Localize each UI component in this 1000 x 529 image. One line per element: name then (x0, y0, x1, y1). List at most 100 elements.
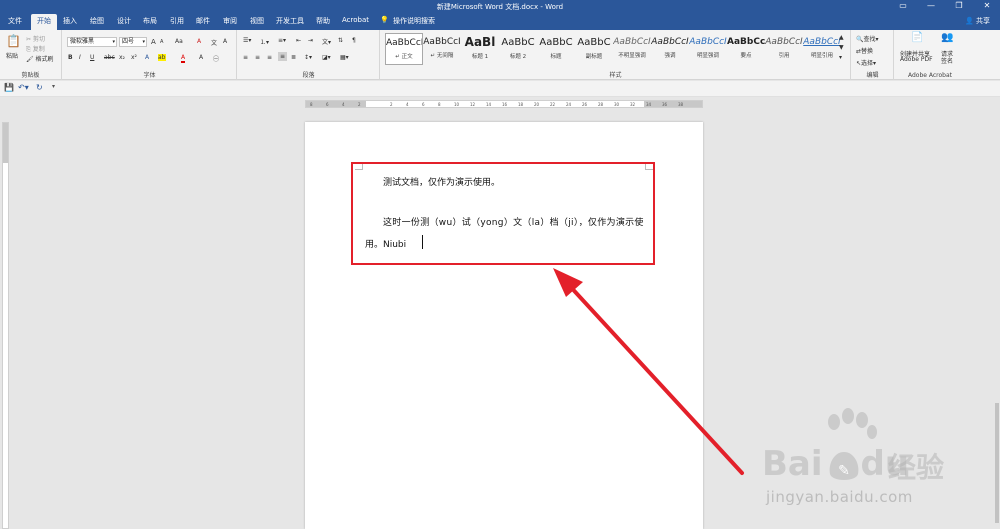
style-subtle-emphasis[interactable]: AaBbCcI 不明显强调 (613, 33, 651, 65)
align-left-icon[interactable]: ≡ (243, 54, 248, 61)
underline-button[interactable]: U (90, 54, 94, 61)
tab-home[interactable]: 开始 (31, 14, 57, 30)
align-right-icon[interactable]: ≡ (267, 54, 272, 61)
sort-icon[interactable]: ⇅ (338, 37, 343, 44)
text-effects-icon[interactable]: A (145, 54, 149, 61)
style-no-spacing[interactable]: AaBbCcI ↵ 无间隔 (423, 33, 461, 65)
create-pdf-label-2[interactable]: Adobe PDF (900, 56, 933, 63)
highlight-color-button[interactable]: ab (158, 54, 166, 61)
window-title: 新建Microsoft Word 文档.docx - Word (436, 3, 564, 11)
tab-insert[interactable]: 插入 (63, 16, 77, 26)
paste-label[interactable]: 粘贴 (6, 51, 18, 60)
tab-design[interactable]: 设计 (117, 16, 131, 26)
ruler-tick: 22 (550, 102, 556, 107)
scrollbar-thumb[interactable] (995, 403, 999, 523)
copy-button[interactable]: ⎘ 复制 (26, 44, 45, 54)
close-icon[interactable]: ✕ (980, 1, 994, 10)
show-marks-icon[interactable]: ¶ (352, 37, 356, 44)
watermark-url: jingyan.baidu.com (766, 488, 913, 506)
find-button[interactable]: 🔍查找▾ (856, 34, 879, 43)
ruler-tick: 34 (646, 102, 652, 107)
ribbon-display-icon[interactable]: ▭ (896, 1, 910, 10)
shading-icon[interactable]: ◪▾ (322, 54, 331, 61)
cut-button[interactable]: ✂ 剪切 (26, 34, 45, 43)
clipboard-group-label: 剪贴板 (21, 72, 40, 79)
styles-scroll-down-icon[interactable]: ▼ (839, 44, 844, 51)
tab-developer[interactable]: 开发工具 (276, 16, 304, 26)
create-pdf-icon[interactable]: 📄 (911, 33, 923, 45)
tab-review[interactable]: 审阅 (223, 16, 237, 26)
change-case-button[interactable]: Aa (175, 38, 183, 45)
numbering-icon[interactable]: ⒈▾ (260, 37, 269, 46)
share-button[interactable]: 👤 共享 (965, 16, 990, 26)
style-intense-quote[interactable]: AaBbCcI 明显引用 (803, 33, 841, 65)
ruler-top-margin (3, 123, 8, 163)
char-border-icon[interactable]: A (223, 38, 227, 45)
undo-icon[interactable]: ↶▾ (18, 83, 29, 92)
redo-icon[interactable]: ↻ (36, 83, 43, 92)
phonetic-guide-icon[interactable]: 文 (211, 38, 217, 47)
superscript-button[interactable]: x² (131, 54, 137, 61)
multilevel-list-icon[interactable]: ≡▾ (278, 37, 286, 44)
customize-qat-icon[interactable]: ▾ (52, 83, 55, 90)
request-sign-icon[interactable]: 👥 (941, 33, 953, 45)
tab-mailings[interactable]: 邮件 (196, 16, 210, 26)
style-heading-1[interactable]: AaBl 标题 1 (461, 33, 499, 65)
justify-icon[interactable]: ≡ (278, 52, 288, 61)
style-emphasis[interactable]: AaBbCcI 强调 (651, 33, 689, 65)
tab-help[interactable]: 帮助 (316, 16, 330, 26)
format-painter-button[interactable]: 🖌 格式刷 (26, 54, 54, 63)
vertical-scrollbar[interactable] (994, 108, 1000, 529)
select-button[interactable]: ↖选择▾ (856, 58, 876, 67)
replace-button[interactable]: ⇄替换 (856, 46, 873, 55)
style-title[interactable]: AaBbC 标题 (537, 33, 575, 65)
tab-layout[interactable]: 布局 (143, 16, 157, 26)
grow-font-button[interactable]: A (151, 38, 156, 46)
minimize-icon[interactable]: — (924, 1, 938, 10)
tell-me-search[interactable]: 操作说明搜索 (393, 16, 435, 26)
chinese-layout-icon[interactable]: 文▾ (322, 37, 331, 46)
ruler-tick: 2 (390, 102, 393, 107)
clipboard-group: 📋 粘贴 ✂ 剪切 ⎘ 复制 🖌 格式刷 剪贴板 (0, 30, 62, 80)
style-strong[interactable]: AaBbCc 要点 (727, 33, 765, 65)
subscript-button[interactable]: x₂ (119, 54, 125, 61)
paragraph-group-label: 段落 (302, 72, 315, 79)
enclose-char-icon[interactable]: ㊀ (213, 54, 219, 63)
bullets-icon[interactable]: ☰▾ (243, 37, 251, 44)
increase-indent-icon[interactable]: ⇥ (308, 37, 313, 44)
align-center-icon[interactable]: ≡ (255, 54, 260, 61)
ruler-right-margin (644, 101, 702, 107)
style-intense-emphasis[interactable]: AaBbCcI 明显强调 (689, 33, 727, 65)
tab-view[interactable]: 视图 (250, 16, 264, 26)
style-quote[interactable]: AaBbCcI 引用 (765, 33, 803, 65)
shrink-font-button[interactable]: A (160, 39, 163, 45)
decrease-indent-icon[interactable]: ⇤ (296, 37, 301, 44)
font-name-select[interactable]: 微软雅黑 ▾ (67, 37, 117, 47)
tab-draw[interactable]: 绘图 (90, 16, 104, 26)
paste-icon[interactable]: 📋 (6, 34, 21, 48)
request-sign-label-2[interactable]: 签名 (941, 56, 953, 65)
char-shading-icon[interactable]: A (199, 54, 203, 61)
save-icon[interactable]: 💾 (4, 83, 14, 92)
style-subtitle[interactable]: AaBbC 副标题 (575, 33, 613, 65)
horizontal-ruler[interactable]: 8 6 4 2 2 4 6 8 10 12 14 16 18 20 22 24 … (305, 100, 703, 108)
font-color-button[interactable]: A (181, 54, 186, 63)
distributed-icon[interactable]: ≣ (291, 54, 296, 61)
vertical-ruler[interactable] (2, 122, 9, 529)
acrobat-group: 📄 创建并共享 Adobe PDF 👥 请求 签名 Adobe Acrobat (895, 30, 965, 80)
clear-format-icon[interactable]: A (197, 38, 201, 45)
line-spacing-icon[interactable]: ↕▾ (304, 54, 312, 61)
tab-acrobat[interactable]: Acrobat (342, 16, 369, 24)
styles-scroll-up-icon[interactable]: ▲ (839, 34, 844, 41)
maximize-icon[interactable]: ❐ (952, 1, 966, 10)
tab-file[interactable]: 文件 (8, 16, 22, 26)
style-heading-2[interactable]: AaBbC 标题 2 (499, 33, 537, 65)
strikethrough-button[interactable]: abc (104, 54, 115, 61)
italic-button[interactable]: I (79, 54, 81, 61)
style-normal[interactable]: AaBbCcI ↵ 正文 (385, 33, 423, 65)
styles-more-icon[interactable]: ▾ (839, 54, 842, 61)
bold-button[interactable]: B (68, 54, 73, 61)
tab-references[interactable]: 引用 (170, 16, 184, 26)
font-size-select[interactable]: 四号 ▾ (119, 37, 147, 47)
borders-icon[interactable]: ▦▾ (340, 54, 349, 61)
